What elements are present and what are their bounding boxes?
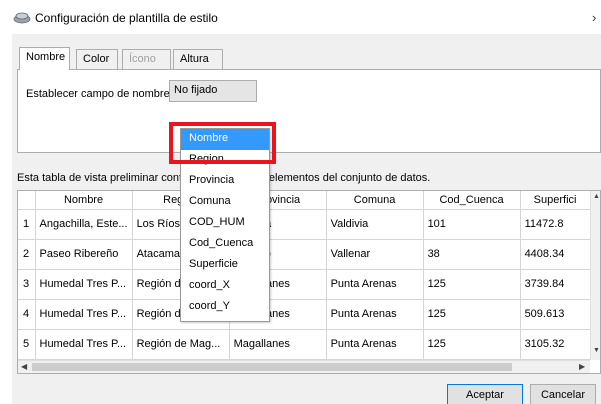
table-cell: 3 bbox=[18, 269, 36, 300]
table-cell: 125 bbox=[423, 269, 521, 300]
dialog-body: Nombre Color Ícono Altura Establecer cam… bbox=[12, 34, 601, 404]
name-field-combobox[interactable]: No fijado bbox=[169, 80, 257, 102]
tab-altura[interactable]: Altura bbox=[173, 49, 223, 69]
table-cell: 38 bbox=[423, 239, 521, 270]
close-icon[interactable]: › bbox=[592, 10, 596, 25]
dropdown-item-superficie[interactable]: Superficie bbox=[181, 255, 269, 276]
title-bar: Configuración de plantilla de estilo › bbox=[0, 0, 601, 34]
table-cell: 4 bbox=[18, 299, 36, 330]
accept-button[interactable]: Aceptar bbox=[447, 384, 523, 404]
table-row: 1 Angachilla, Este... Los Ríos Valdivia … bbox=[18, 209, 591, 240]
dropdown-item-comuna[interactable]: Comuna bbox=[181, 192, 269, 213]
table-cell: 11472.8 bbox=[520, 209, 591, 240]
table-row: 4 Humedal Tres P... Región de Mag... Mag… bbox=[18, 299, 591, 330]
dropdown-item-coord-x[interactable]: coord_X bbox=[181, 276, 269, 297]
table-cell: Angachilla, Este... bbox=[35, 209, 133, 240]
table-cell: Punta Arenas bbox=[326, 299, 424, 330]
scroll-left-icon[interactable]: ◀ bbox=[21, 362, 27, 371]
dropdown-item-provincia[interactable]: Provincia bbox=[181, 171, 269, 192]
table-row: 2 Paseo Ribereño Atacama Huasco Vallenar… bbox=[18, 239, 591, 270]
table-cell: 101 bbox=[423, 209, 521, 240]
table-cell: 125 bbox=[423, 329, 521, 360]
style-template-icon bbox=[13, 12, 31, 24]
name-field-label: Establecer campo de nombre: bbox=[26, 88, 173, 100]
table-cell: Valdivia bbox=[326, 209, 424, 240]
vertical-scrollbar[interactable]: ▲ ▼ bbox=[590, 191, 600, 360]
table-header-row: Nombre Region Provincia Comuna Cod_Cuenc… bbox=[18, 191, 591, 210]
table-cell: 5 bbox=[18, 329, 36, 360]
table-cell: 2 bbox=[18, 239, 36, 270]
column-header-superficie[interactable]: Superfici bbox=[520, 191, 591, 210]
preview-table[interactable]: Nombre Region Provincia Comuna Cod_Cuenc… bbox=[17, 190, 601, 374]
table-cell: Paseo Ribereño bbox=[35, 239, 133, 270]
table-cell: Humedal Tres P... bbox=[35, 329, 133, 360]
tab-pane-nombre bbox=[17, 69, 601, 153]
dropdown-item-cod-cuenca[interactable]: Cod_Cuenca bbox=[181, 234, 269, 255]
tab-nombre[interactable]: Nombre bbox=[19, 47, 70, 70]
table-cell: Punta Arenas bbox=[326, 329, 424, 360]
preview-grid: Nombre Region Provincia Comuna Cod_Cuenc… bbox=[18, 191, 591, 360]
cancel-button[interactable]: Cancelar bbox=[530, 384, 596, 404]
table-cell: Magallanes bbox=[229, 329, 327, 360]
horizontal-scroll-thumb[interactable] bbox=[32, 363, 512, 371]
dropdown-item-coord-y[interactable]: coord_Y bbox=[181, 297, 269, 318]
table-cell: Vallenar bbox=[326, 239, 424, 270]
table-row: 5 Humedal Tres P... Región de Mag... Mag… bbox=[18, 329, 591, 360]
scroll-down-icon[interactable]: ▼ bbox=[593, 347, 600, 354]
scroll-up-icon[interactable]: ▲ bbox=[593, 193, 600, 200]
column-header-rownum bbox=[18, 191, 36, 210]
column-header-comuna[interactable]: Comuna bbox=[326, 191, 424, 210]
table-cell: 1 bbox=[18, 209, 36, 240]
horizontal-scrollbar[interactable]: ◀ ▶ bbox=[18, 360, 590, 373]
tab-color[interactable]: Color bbox=[76, 49, 118, 69]
table-cell: 125 bbox=[423, 299, 521, 330]
tab-icono: Ícono bbox=[122, 49, 171, 69]
table-cell: Punta Arenas bbox=[326, 269, 424, 300]
dropdown-item-cod-hum[interactable]: COD_HUM bbox=[181, 213, 269, 234]
column-header-nombre[interactable]: Nombre bbox=[35, 191, 133, 210]
table-cell: 3739.84 bbox=[520, 269, 591, 300]
table-cell: Región de Mag... bbox=[132, 329, 230, 360]
table-cell: Humedal Tres P... bbox=[35, 269, 133, 300]
window-title: Configuración de plantilla de estilo bbox=[35, 11, 218, 25]
table-row: 3 Humedal Tres P... Región de Mag... Mag… bbox=[18, 269, 591, 300]
table-cell: 4408.34 bbox=[520, 239, 591, 270]
column-header-cod-cuenca[interactable]: Cod_Cuenca bbox=[423, 191, 521, 210]
highlight-annotation-box bbox=[169, 122, 276, 164]
scroll-right-icon[interactable]: ▶ bbox=[579, 362, 585, 371]
table-cell: 509.613 bbox=[520, 299, 591, 330]
table-cell: 3105.32 bbox=[520, 329, 591, 360]
table-cell: Humedal Tres P... bbox=[35, 299, 133, 330]
